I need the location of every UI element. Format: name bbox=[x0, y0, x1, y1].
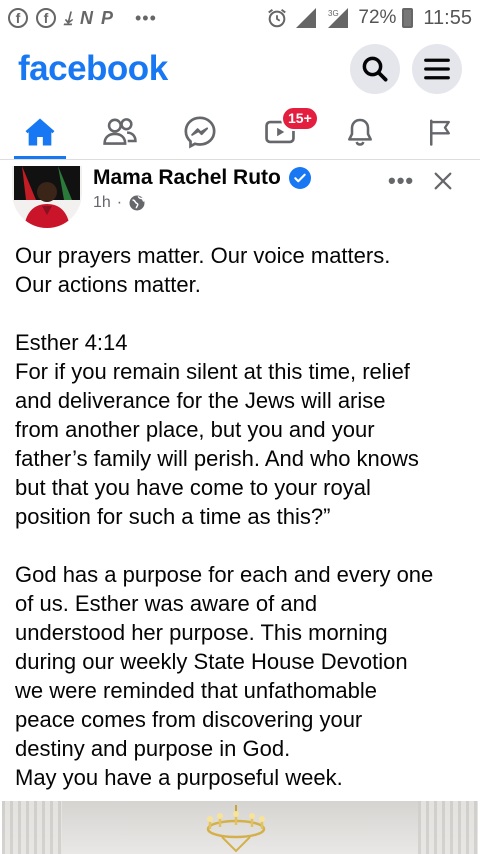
search-button[interactable] bbox=[350, 44, 400, 94]
p-notification-icon: P bbox=[100, 7, 113, 28]
chandelier-image bbox=[206, 805, 266, 853]
post-line: from another place, but you and your bbox=[15, 417, 375, 442]
post-line: during our weekly State House Devotion bbox=[15, 649, 408, 674]
verified-badge-icon bbox=[288, 167, 311, 189]
post-text: Our prayers matter. Our voice matters. O… bbox=[15, 241, 470, 792]
facebook-notification-icon: f bbox=[36, 8, 56, 28]
status-bar: f f ⤓ N P ••• 3G 72% 11:55 bbox=[0, 0, 480, 36]
main-tab-bar: 15+ bbox=[0, 104, 480, 160]
post-header: Mama Rachel Ruto 1h · ••• bbox=[0, 166, 480, 228]
post-line: Our actions matter. bbox=[15, 272, 201, 297]
alarm-icon bbox=[268, 8, 287, 28]
signal-icon bbox=[296, 8, 317, 28]
author-avatar[interactable] bbox=[12, 166, 82, 228]
bell-icon bbox=[348, 118, 372, 146]
search-icon bbox=[362, 56, 388, 82]
photo-drape-left bbox=[2, 801, 62, 854]
post-line: of us. Esther was aware of and bbox=[15, 591, 318, 616]
friends-icon bbox=[103, 117, 137, 145]
close-icon[interactable] bbox=[432, 170, 454, 192]
tab-watch[interactable]: 15+ bbox=[240, 104, 320, 159]
post-line: God has a purpose for each and every one bbox=[15, 562, 434, 587]
battery-icon bbox=[402, 8, 414, 28]
post-more-options-button[interactable]: ••• bbox=[388, 168, 414, 194]
tab-friends[interactable] bbox=[80, 104, 160, 159]
tab-messenger[interactable] bbox=[160, 104, 240, 159]
post-line: peace comes from discovering your bbox=[15, 707, 363, 732]
post-line: we were reminded that unfathomable bbox=[15, 678, 377, 703]
clock-time: 11:55 bbox=[423, 6, 472, 29]
avatar-image bbox=[12, 166, 82, 228]
download-notification-icon: ⤓ bbox=[64, 7, 72, 28]
post-meta: 1h · bbox=[93, 194, 146, 212]
tab-pages[interactable] bbox=[400, 104, 480, 159]
watch-notification-badge: 15+ bbox=[281, 106, 319, 131]
post-line: May you have a purposeful week. bbox=[15, 765, 343, 790]
status-notification-icons: f f ⤓ N P ••• bbox=[8, 8, 157, 29]
battery-percent: 72% bbox=[358, 7, 397, 28]
post-line: and deliverance for the Jews will arise bbox=[15, 388, 386, 413]
post-line: For if you remain silent at this time, r… bbox=[15, 359, 410, 384]
photo-drape-right bbox=[418, 801, 478, 854]
home-icon bbox=[25, 118, 55, 145]
author-name[interactable]: Mama Rachel Ruto bbox=[93, 166, 281, 190]
header-actions bbox=[350, 44, 462, 94]
post-line: destiny and purpose in God. bbox=[15, 736, 291, 761]
facebook-notification-icon: f bbox=[8, 8, 28, 28]
post-line: Our prayers matter. Our voice matters. bbox=[15, 243, 391, 268]
post-photo[interactable] bbox=[2, 801, 478, 854]
flag-icon bbox=[430, 119, 450, 146]
messenger-icon bbox=[184, 115, 216, 148]
globe-icon bbox=[129, 195, 145, 211]
facebook-logo[interactable]: facebook bbox=[18, 49, 168, 89]
network-type-label: 3G bbox=[328, 9, 339, 18]
post-line: Esther 4:14 bbox=[15, 330, 128, 355]
more-notifications-icon: ••• bbox=[134, 7, 157, 28]
post-author: Mama Rachel Ruto bbox=[93, 166, 311, 190]
meta-separator: · bbox=[116, 194, 123, 211]
tab-notifications[interactable] bbox=[320, 104, 400, 159]
hamburger-menu-icon bbox=[424, 58, 450, 80]
post-line: father’s family will perish. And who kno… bbox=[15, 446, 419, 471]
tab-home[interactable] bbox=[0, 104, 80, 159]
post-line: but that you have come to your royal bbox=[15, 475, 371, 500]
n-notification-icon: N bbox=[79, 7, 93, 28]
post-line: understood her purpose. This morning bbox=[15, 620, 388, 645]
app-header: facebook bbox=[0, 38, 480, 100]
menu-button[interactable] bbox=[412, 44, 462, 94]
signal-3g-icon: 3G bbox=[328, 8, 349, 28]
post-line: position for such a time as this?” bbox=[15, 504, 331, 529]
post-time[interactable]: 1h bbox=[93, 194, 111, 212]
status-system-icons: 3G 72% 11:55 bbox=[266, 7, 472, 30]
